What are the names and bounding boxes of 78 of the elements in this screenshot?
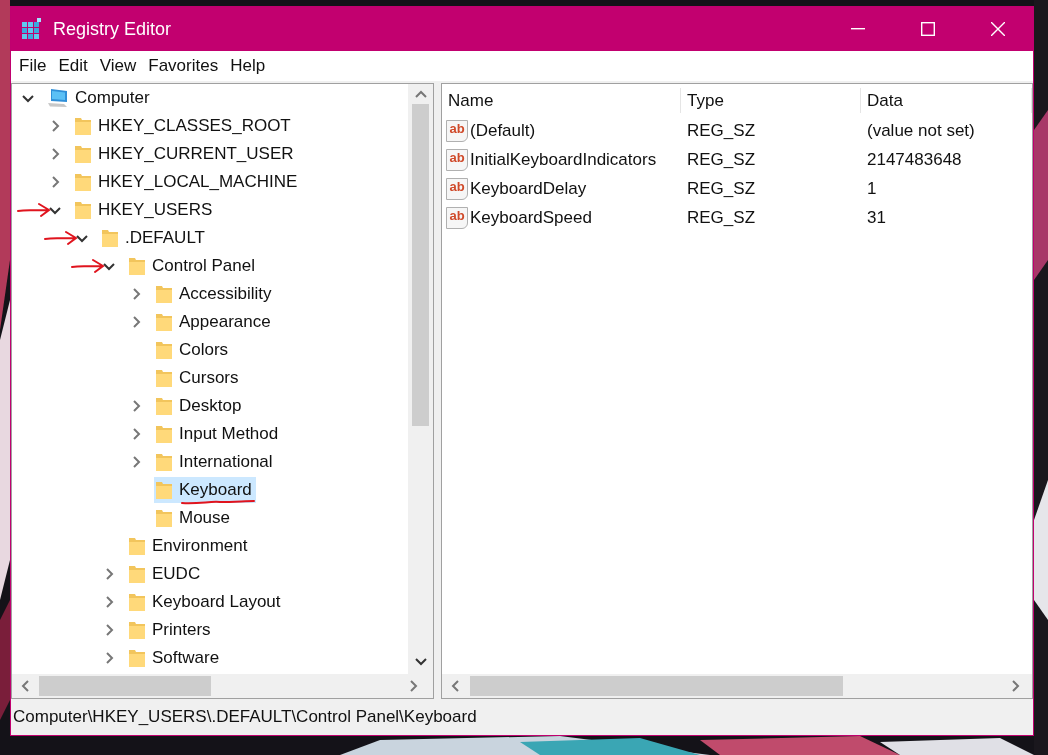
folder-icon	[74, 144, 92, 164]
folder-icon	[74, 200, 92, 220]
column-header[interactable]: Data	[861, 87, 1032, 113]
scrollbar-thumb[interactable]	[39, 676, 211, 696]
status-path: Computer\HKEY_USERS\.DEFAULT\Control Panel\Keyboard	[13, 706, 477, 729]
tree-item[interactable]: Keyboard	[154, 477, 256, 503]
tree-item[interactable]: Keyboard Layout	[127, 589, 285, 615]
folder-icon	[101, 228, 119, 248]
folder-icon	[128, 536, 146, 556]
vertical-scrollbar[interactable]	[408, 84, 433, 674]
tree-item[interactable]: .DEFAULT	[100, 225, 209, 251]
horizontal-scrollbar[interactable]	[442, 674, 1032, 698]
menu-item[interactable]: Edit	[52, 53, 94, 79]
tree-item[interactable]: HKEY_CURRENT_USER	[73, 141, 298, 167]
window-title: Registry Editor	[53, 17, 172, 41]
tree-item[interactable]: Desktop	[154, 393, 246, 419]
menu-item[interactable]: File	[13, 53, 53, 79]
folder-icon	[155, 452, 173, 472]
horizontal-scrollbar[interactable]	[12, 674, 433, 698]
scrollbar-thumb[interactable]	[412, 104, 429, 426]
value-data: 2147483648	[866, 148, 963, 171]
value-type: REG_SZ	[686, 148, 757, 171]
menu-item[interactable]: Favorites	[142, 53, 225, 79]
tree-item[interactable]: HKEY_CLASSES_ROOT	[73, 113, 295, 139]
value-type: REG_SZ	[686, 177, 757, 200]
string-value-icon: ab	[446, 119, 468, 142]
tree-item[interactable]: Environment	[127, 533, 252, 559]
string-value-icon: ab	[446, 148, 468, 171]
tree-item[interactable]: Colors	[154, 337, 233, 363]
tree-item[interactable]: HKEY_LOCAL_MACHINE	[73, 169, 302, 195]
folder-icon	[128, 564, 146, 584]
folder-icon	[155, 424, 173, 444]
scrollbar-thumb[interactable]	[470, 676, 843, 696]
menu-item[interactable]: View	[93, 53, 143, 79]
folder-icon	[74, 172, 92, 192]
value-data: 31	[866, 206, 887, 229]
value-type: REG_SZ	[686, 119, 757, 142]
tree-item[interactable]: Input Method	[154, 421, 283, 447]
value-data: (value not set)	[866, 119, 976, 142]
value-name[interactable]: KeyboardDelay	[470, 175, 587, 202]
folder-icon	[128, 620, 146, 640]
tree-item[interactable]: HKEY_USERS	[73, 197, 217, 223]
folder-icon	[155, 284, 173, 304]
folder-icon	[155, 312, 173, 332]
column-header[interactable]: Name	[442, 87, 681, 113]
value-name[interactable]: KeyboardSpeed	[470, 204, 592, 231]
folder-icon	[128, 648, 146, 668]
tree-item[interactable]: Mouse	[154, 505, 235, 531]
string-value-icon: ab	[446, 177, 468, 200]
folder-icon	[128, 256, 146, 276]
folder-icon	[155, 340, 173, 360]
value-data: 1	[866, 177, 878, 200]
value-name[interactable]: (Default)	[470, 117, 536, 144]
tree-item[interactable]: Accessibility	[154, 281, 276, 307]
string-value-icon: ab	[446, 206, 468, 229]
folder-icon	[155, 480, 173, 500]
minimize-icon	[851, 28, 865, 30]
computer-icon	[47, 88, 69, 108]
folder-icon	[155, 396, 173, 416]
tree-item[interactable]: Software	[127, 645, 224, 671]
maximize-icon	[921, 22, 935, 36]
folder-icon	[128, 592, 146, 612]
folder-icon	[74, 116, 92, 136]
menu-item[interactable]: Help	[224, 53, 272, 79]
value-type: REG_SZ	[686, 206, 757, 229]
column-header[interactable]: Type	[681, 87, 861, 113]
tree-item[interactable]: Appearance	[154, 309, 275, 335]
tree-item[interactable]: EUDC	[127, 561, 205, 587]
folder-icon	[155, 508, 173, 528]
tree-item[interactable]: Cursors	[154, 365, 243, 391]
registry-icon	[21, 18, 43, 40]
tree-item[interactable]: International	[154, 449, 277, 475]
folder-icon	[155, 368, 173, 388]
tree-item[interactable]: Control Panel	[127, 253, 259, 279]
value-name[interactable]: InitialKeyboardIndicators	[470, 146, 657, 173]
tree-item[interactable]: Computer	[46, 85, 154, 111]
close-icon	[991, 22, 1005, 36]
tree-item[interactable]: Printers	[127, 617, 215, 643]
